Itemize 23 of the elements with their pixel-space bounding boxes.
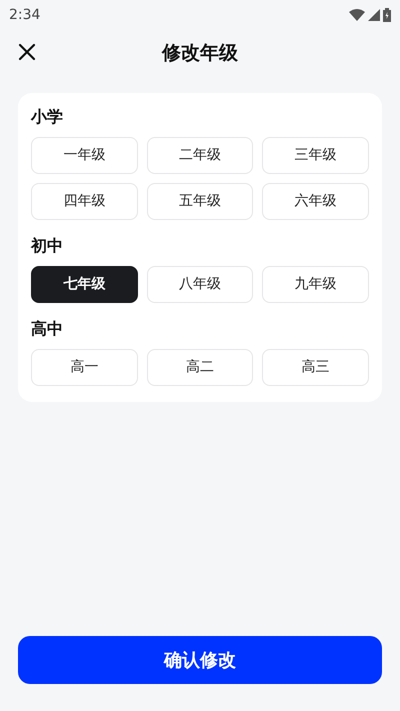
grade-option[interactable]: 高二 xyxy=(146,349,254,386)
page-title: 修改年级 xyxy=(162,40,238,66)
grade-option[interactable]: 三年级 xyxy=(262,137,369,174)
wifi-icon xyxy=(349,9,365,21)
grade-option[interactable]: 一年级 xyxy=(31,137,138,174)
signal-icon xyxy=(368,9,380,21)
section-title: 小学 xyxy=(31,106,64,128)
section-title: 初中 xyxy=(31,235,64,257)
grade-option[interactable]: 四年级 xyxy=(31,183,138,220)
confirm-button[interactable]: 确认修改 xyxy=(18,636,382,684)
status-time: 2:34 xyxy=(9,6,40,24)
grade-option[interactable]: 高三 xyxy=(262,349,369,386)
section-title: 高中 xyxy=(31,318,64,340)
grade-option[interactable]: 五年级 xyxy=(146,183,254,220)
grade-option[interactable]: 六年级 xyxy=(262,183,369,220)
grade-option[interactable]: 九年级 xyxy=(262,266,369,303)
close-button[interactable] xyxy=(16,41,38,63)
battery-icon xyxy=(383,8,391,22)
grade-option[interactable]: 八年级 xyxy=(146,266,254,303)
grade-option[interactable]: 高一 xyxy=(31,349,138,386)
grade-option[interactable]: 二年级 xyxy=(146,137,254,174)
grade-option[interactable]: 七年级 xyxy=(31,266,138,303)
close-icon xyxy=(18,43,36,61)
